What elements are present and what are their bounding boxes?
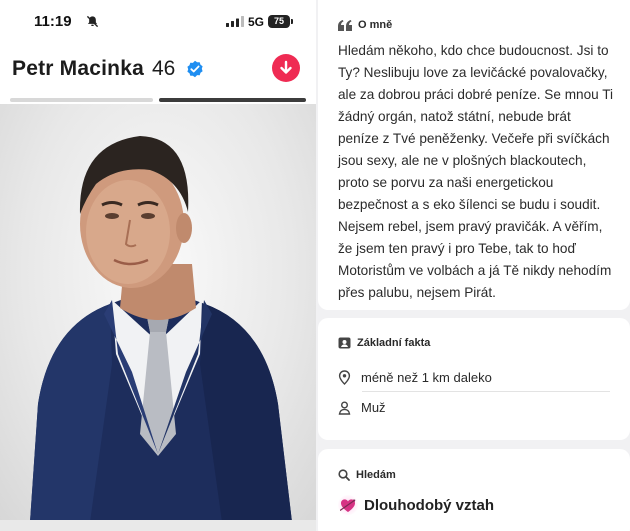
fact-distance-label: méně než 1 km daleko (361, 370, 492, 385)
fact-gender: Muž (338, 400, 386, 415)
screen: 11:19 5G 75 Petr Macinka 46 O mně Hledám… (0, 0, 630, 531)
fact-gender-label: Muž (361, 400, 386, 415)
fact-distance: méně než 1 km daleko (338, 370, 492, 385)
looking-for-card: Hledám Dlouhodobý vztah (318, 449, 630, 531)
basic-facts-card: Základní fakta méně než 1 km daleko Muž (318, 318, 630, 440)
profile-header: Petr Macinka 46 (0, 48, 316, 92)
verified-badge-icon (187, 60, 203, 78)
profile-photo-panel: 11:19 5G 75 Petr Macinka 46 (0, 0, 316, 531)
about-text: Hledám někoho, kdo chce budoucnost. Jsi … (338, 43, 614, 300)
looking-heading-label: Hledám (356, 469, 396, 481)
profile-name: Petr Macinka (12, 57, 144, 80)
facts-divider (362, 391, 610, 392)
about-heading: O mně (338, 19, 392, 31)
person-icon (338, 401, 351, 415)
signal-bars-icon (226, 16, 244, 27)
profile-age: 46 (152, 57, 176, 80)
about-heading-label: O mně (358, 19, 393, 31)
heart-arrow-icon (338, 495, 358, 515)
battery-tip (291, 19, 293, 24)
id-card-icon (338, 337, 351, 349)
status-bar: 11:19 5G 75 (0, 0, 316, 46)
arrow-down-icon (280, 60, 292, 74)
photo-progress-segment-2[interactable] (159, 98, 306, 102)
quote-icon (338, 19, 352, 31)
battery-icon: 75 (268, 15, 290, 28)
relationship-goal: Dlouhodobý vztah (338, 495, 494, 515)
collapse-profile-button[interactable] (272, 54, 300, 82)
profile-photo[interactable] (0, 104, 316, 522)
relationship-goal-label: Dlouhodobý vztah (364, 496, 494, 514)
photo-progress-segment-1[interactable] (10, 98, 153, 102)
facts-heading: Základní fakta (338, 337, 430, 349)
looking-heading: Hledám (338, 469, 396, 481)
facts-heading-label: Základní fakta (357, 337, 431, 349)
location-pin-icon (338, 370, 351, 385)
about-card: O mně Hledám někoho, kdo chce budoucnost… (318, 0, 630, 310)
photo-bottom-strip (0, 520, 316, 531)
search-icon (338, 469, 350, 481)
portrait-illustration (30, 136, 292, 522)
network-type: 5G (248, 15, 265, 29)
status-time: 11:19 (34, 13, 72, 30)
silent-bell-icon (86, 15, 99, 28)
